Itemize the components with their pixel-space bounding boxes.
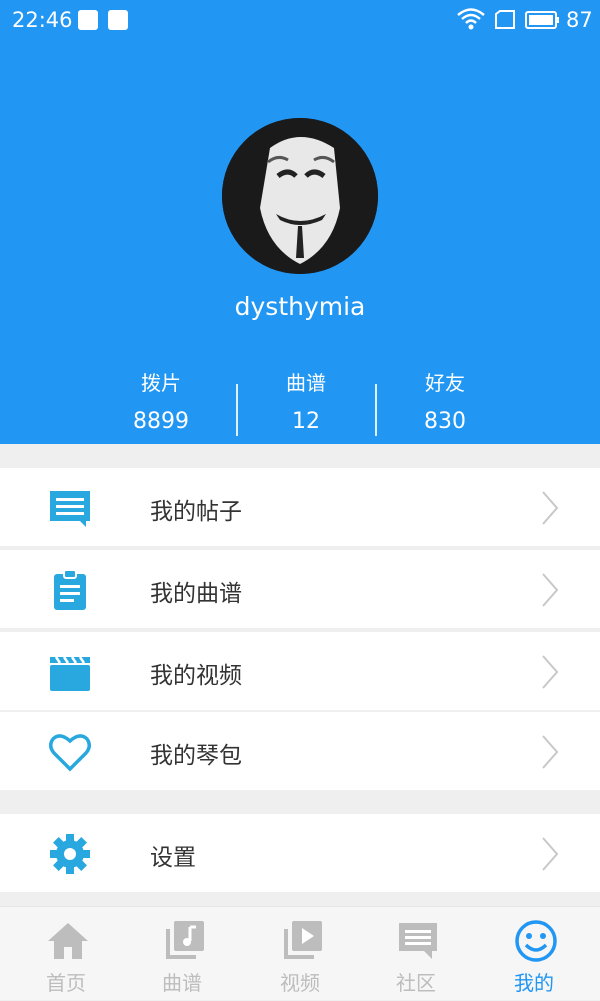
music-library-icon [166,921,204,959]
smiley-icon [515,920,557,962]
comment-icon [50,491,90,527]
home-icon [48,923,88,959]
battery-percentage: 87 [566,8,593,32]
tab-videos[interactable]: 视频 [240,907,360,1001]
profile-header: 22:46 87 dysthymia 拨片 8899 曲谱 12 好友 830 [0,0,600,444]
upload-icon [108,10,128,30]
stat-label: 曲谱 [286,371,326,395]
tab-label: 我的 [514,971,554,995]
tab-label: 视频 [280,971,320,995]
chat-icon [399,923,437,959]
clipboard-icon [54,569,86,610]
tab-label: 首页 [46,971,86,995]
stat-label: 拨片 [141,371,181,395]
tab-scores[interactable]: 曲谱 [122,907,242,1001]
stat-value: 830 [424,409,466,434]
tab-label: 曲谱 [162,971,202,995]
bottom-tab-bar: 首页 曲谱 视频 社区 我的 [0,906,600,1000]
chevron-right-icon [542,491,559,525]
menu-item-label: 设置 [150,845,196,871]
menu-item-my-gigbag[interactable]: 我的琴包 [0,712,600,790]
stat-label: 好友 [425,371,465,395]
wifi-icon [457,8,485,30]
tab-me[interactable]: 我的 [474,907,594,1001]
username: dysthymia [234,292,366,321]
menu-item-label: 我的视频 [150,663,242,689]
stat-value: 12 [292,409,320,434]
menu-item-label: 我的帖子 [150,499,242,525]
clapperboard-icon [50,656,90,691]
chevron-right-icon [542,837,559,871]
stat-value: 8899 [133,409,189,434]
tab-community[interactable]: 社区 [356,907,476,1001]
status-bar: 22:46 87 [0,0,600,40]
tab-label: 社区 [396,971,436,995]
chevron-right-icon [542,735,559,769]
avatar[interactable] [222,118,378,274]
menu-item-my-scores[interactable]: 我的曲谱 [0,550,600,628]
menu-item-label: 我的琴包 [150,743,242,769]
mask-avatar-icon [222,118,378,274]
chevron-right-icon [542,655,559,689]
menu-item-my-videos[interactable]: 我的视频 [0,632,600,710]
tab-home[interactable]: 首页 [6,907,126,1001]
stat-scores[interactable]: 曲谱 12 [236,368,376,442]
chevron-right-icon [542,573,559,607]
gear-icon [50,834,90,874]
status-time: 22:46 [12,8,73,32]
video-library-icon [284,921,322,959]
heart-icon [49,734,91,772]
stat-picks[interactable]: 拨片 8899 [91,368,231,442]
menu-item-label: 我的曲谱 [150,581,242,607]
notification-icon [78,10,98,30]
menu-item-my-posts[interactable]: 我的帖子 [0,468,600,546]
stat-friends[interactable]: 好友 830 [375,368,515,442]
battery-icon [525,11,559,29]
sim-icon [495,10,515,29]
menu-item-settings[interactable]: 设置 [0,814,600,892]
